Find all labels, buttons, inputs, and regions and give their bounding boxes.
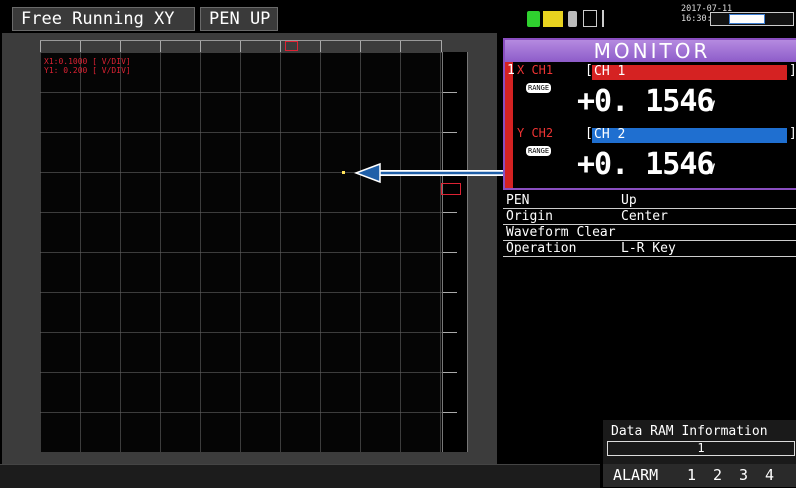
y-unit: V [707, 162, 716, 178]
y-channel-bar[interactable]: CH 2 [592, 127, 787, 143]
monitor-title: MONITOR [505, 40, 796, 62]
x-scale-label: X1:0.1000 [ V/DIV] [44, 57, 131, 66]
y-origin-marker [441, 183, 461, 195]
x-range-badge: RANGE [526, 83, 552, 93]
data-ram-value: 1 [607, 441, 795, 456]
scroll-position-bar[interactable] [710, 12, 794, 26]
alarm-channel-3: 3 [739, 466, 749, 484]
memory-card-icon [543, 11, 563, 27]
x-channel-name: CH 1 [594, 64, 626, 79]
scroll-position-indicator[interactable] [729, 14, 765, 24]
x-unit: V [707, 99, 716, 115]
y-scale-label: Y1: 0.200 [ V/DIV] [44, 66, 131, 75]
pen-state-button[interactable]: PEN UP [200, 7, 278, 31]
y-value: +0. 1546 [577, 147, 714, 182]
settings-row-pen[interactable]: PEN Up [503, 193, 796, 209]
data-ram-panel: Data RAM Information 1 [603, 420, 796, 464]
setting-value: Up [621, 193, 637, 208]
alarm-channel-1: 1 [687, 466, 697, 484]
setting-value: Center [621, 209, 668, 224]
network-icon [583, 10, 597, 27]
x-value: +0. 1546 [577, 84, 714, 119]
settings-list: PEN Up Origin Center Waveform Clear Oper… [503, 193, 796, 257]
y-value-clip: +0. 1546 V [505, 147, 796, 188]
x-channel-bar[interactable]: CH 1 [592, 64, 787, 80]
power-icon [602, 10, 612, 27]
usb-icon [568, 11, 577, 27]
settings-row-waveform-clear[interactable]: Waveform Clear [503, 225, 796, 241]
alarm-channel-4: 4 [765, 466, 775, 484]
y-channel-label: Y CH2 [517, 126, 554, 140]
x-origin-marker [285, 41, 298, 51]
y-channel-bracket-close: ] [789, 126, 796, 141]
alarm-label: ALARM [613, 466, 659, 484]
settings-row-operation[interactable]: Operation L-R Key [503, 241, 796, 257]
status-bar [0, 464, 600, 488]
setting-value: L-R Key [621, 241, 676, 256]
alarm-panel: ALARM 1 2 3 4 [603, 464, 796, 487]
y-channel-name: CH 2 [594, 127, 626, 142]
battery-icon [527, 11, 540, 27]
pen-position-dot [342, 171, 345, 174]
settings-row-origin[interactable]: Origin Center [503, 209, 796, 225]
xy-plot-area [40, 52, 442, 452]
x-channel-bracket-close: ] [789, 63, 796, 78]
monitor-row-number: 1 [507, 63, 515, 78]
setting-key: Waveform Clear [506, 225, 616, 240]
data-ram-title: Data RAM Information [611, 424, 768, 439]
setting-key: Operation [506, 241, 577, 256]
y-scale-ruler [441, 52, 468, 452]
setting-key: PEN [506, 193, 530, 208]
setting-key: Origin [506, 209, 553, 224]
header-bar: Free Running XY PEN UP 2017-07-11 16:30:… [0, 0, 796, 32]
mode-title[interactable]: Free Running XY [12, 7, 195, 31]
alarm-channel-2: 2 [713, 466, 723, 484]
x-channel-label: X CH1 [517, 63, 554, 77]
